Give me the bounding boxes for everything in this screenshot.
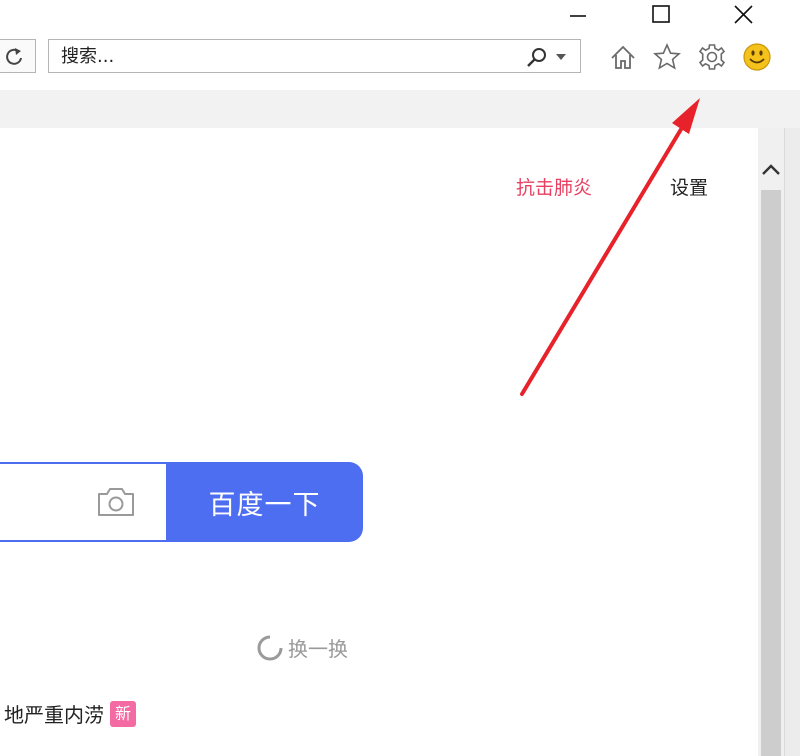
maximize-button[interactable] — [638, 0, 684, 30]
hot-search-text: 地严重内涝 — [4, 703, 104, 727]
scroll-thumb[interactable] — [761, 190, 781, 756]
favorites-button[interactable] — [652, 42, 682, 72]
search-input[interactable] — [61, 44, 491, 68]
close-icon — [734, 5, 753, 24]
page-content — [0, 128, 758, 756]
refresh-button[interactable] — [0, 39, 36, 73]
feedback-button[interactable] — [742, 42, 772, 72]
refresh-hot-label: 换一换 — [288, 637, 348, 661]
title-bar — [0, 0, 800, 32]
anti-pneumonia-link[interactable]: 抗击肺炎 — [516, 173, 592, 200]
hot-search-item[interactable]: 地严重内涝 新 — [4, 699, 136, 728]
chevron-down-icon[interactable] — [555, 53, 567, 61]
minimize-button[interactable] — [556, 0, 602, 30]
close-button[interactable] — [720, 0, 766, 30]
refresh-hot-button[interactable]: 换一换 — [256, 633, 348, 662]
side-panel-edge — [784, 128, 800, 756]
camera-icon[interactable] — [96, 485, 136, 519]
home-button[interactable] — [608, 42, 638, 72]
vertical-scrollbar[interactable] — [758, 128, 784, 756]
refresh-icon — [6, 48, 22, 65]
settings-link[interactable]: 设置 — [670, 173, 708, 200]
minimize-icon — [570, 15, 586, 17]
chevron-up-icon — [762, 164, 780, 175]
refresh-circle-icon — [257, 635, 283, 660]
home-icon — [611, 45, 635, 69]
tools-button[interactable] — [697, 42, 727, 72]
scroll-up-button[interactable] — [758, 154, 784, 190]
baidu-search-input[interactable] — [0, 462, 176, 542]
smiley-icon — [743, 43, 771, 71]
baidu-search-button[interactable]: 百度一下 — [166, 462, 363, 542]
command-bar — [0, 90, 800, 128]
search-icon[interactable] — [525, 46, 549, 68]
star-icon — [653, 43, 681, 70]
new-badge: 新 — [110, 700, 136, 727]
maximize-icon — [652, 5, 670, 23]
browser-toolbar — [0, 32, 800, 90]
search-box[interactable] — [48, 39, 581, 73]
gear-icon — [698, 44, 726, 70]
